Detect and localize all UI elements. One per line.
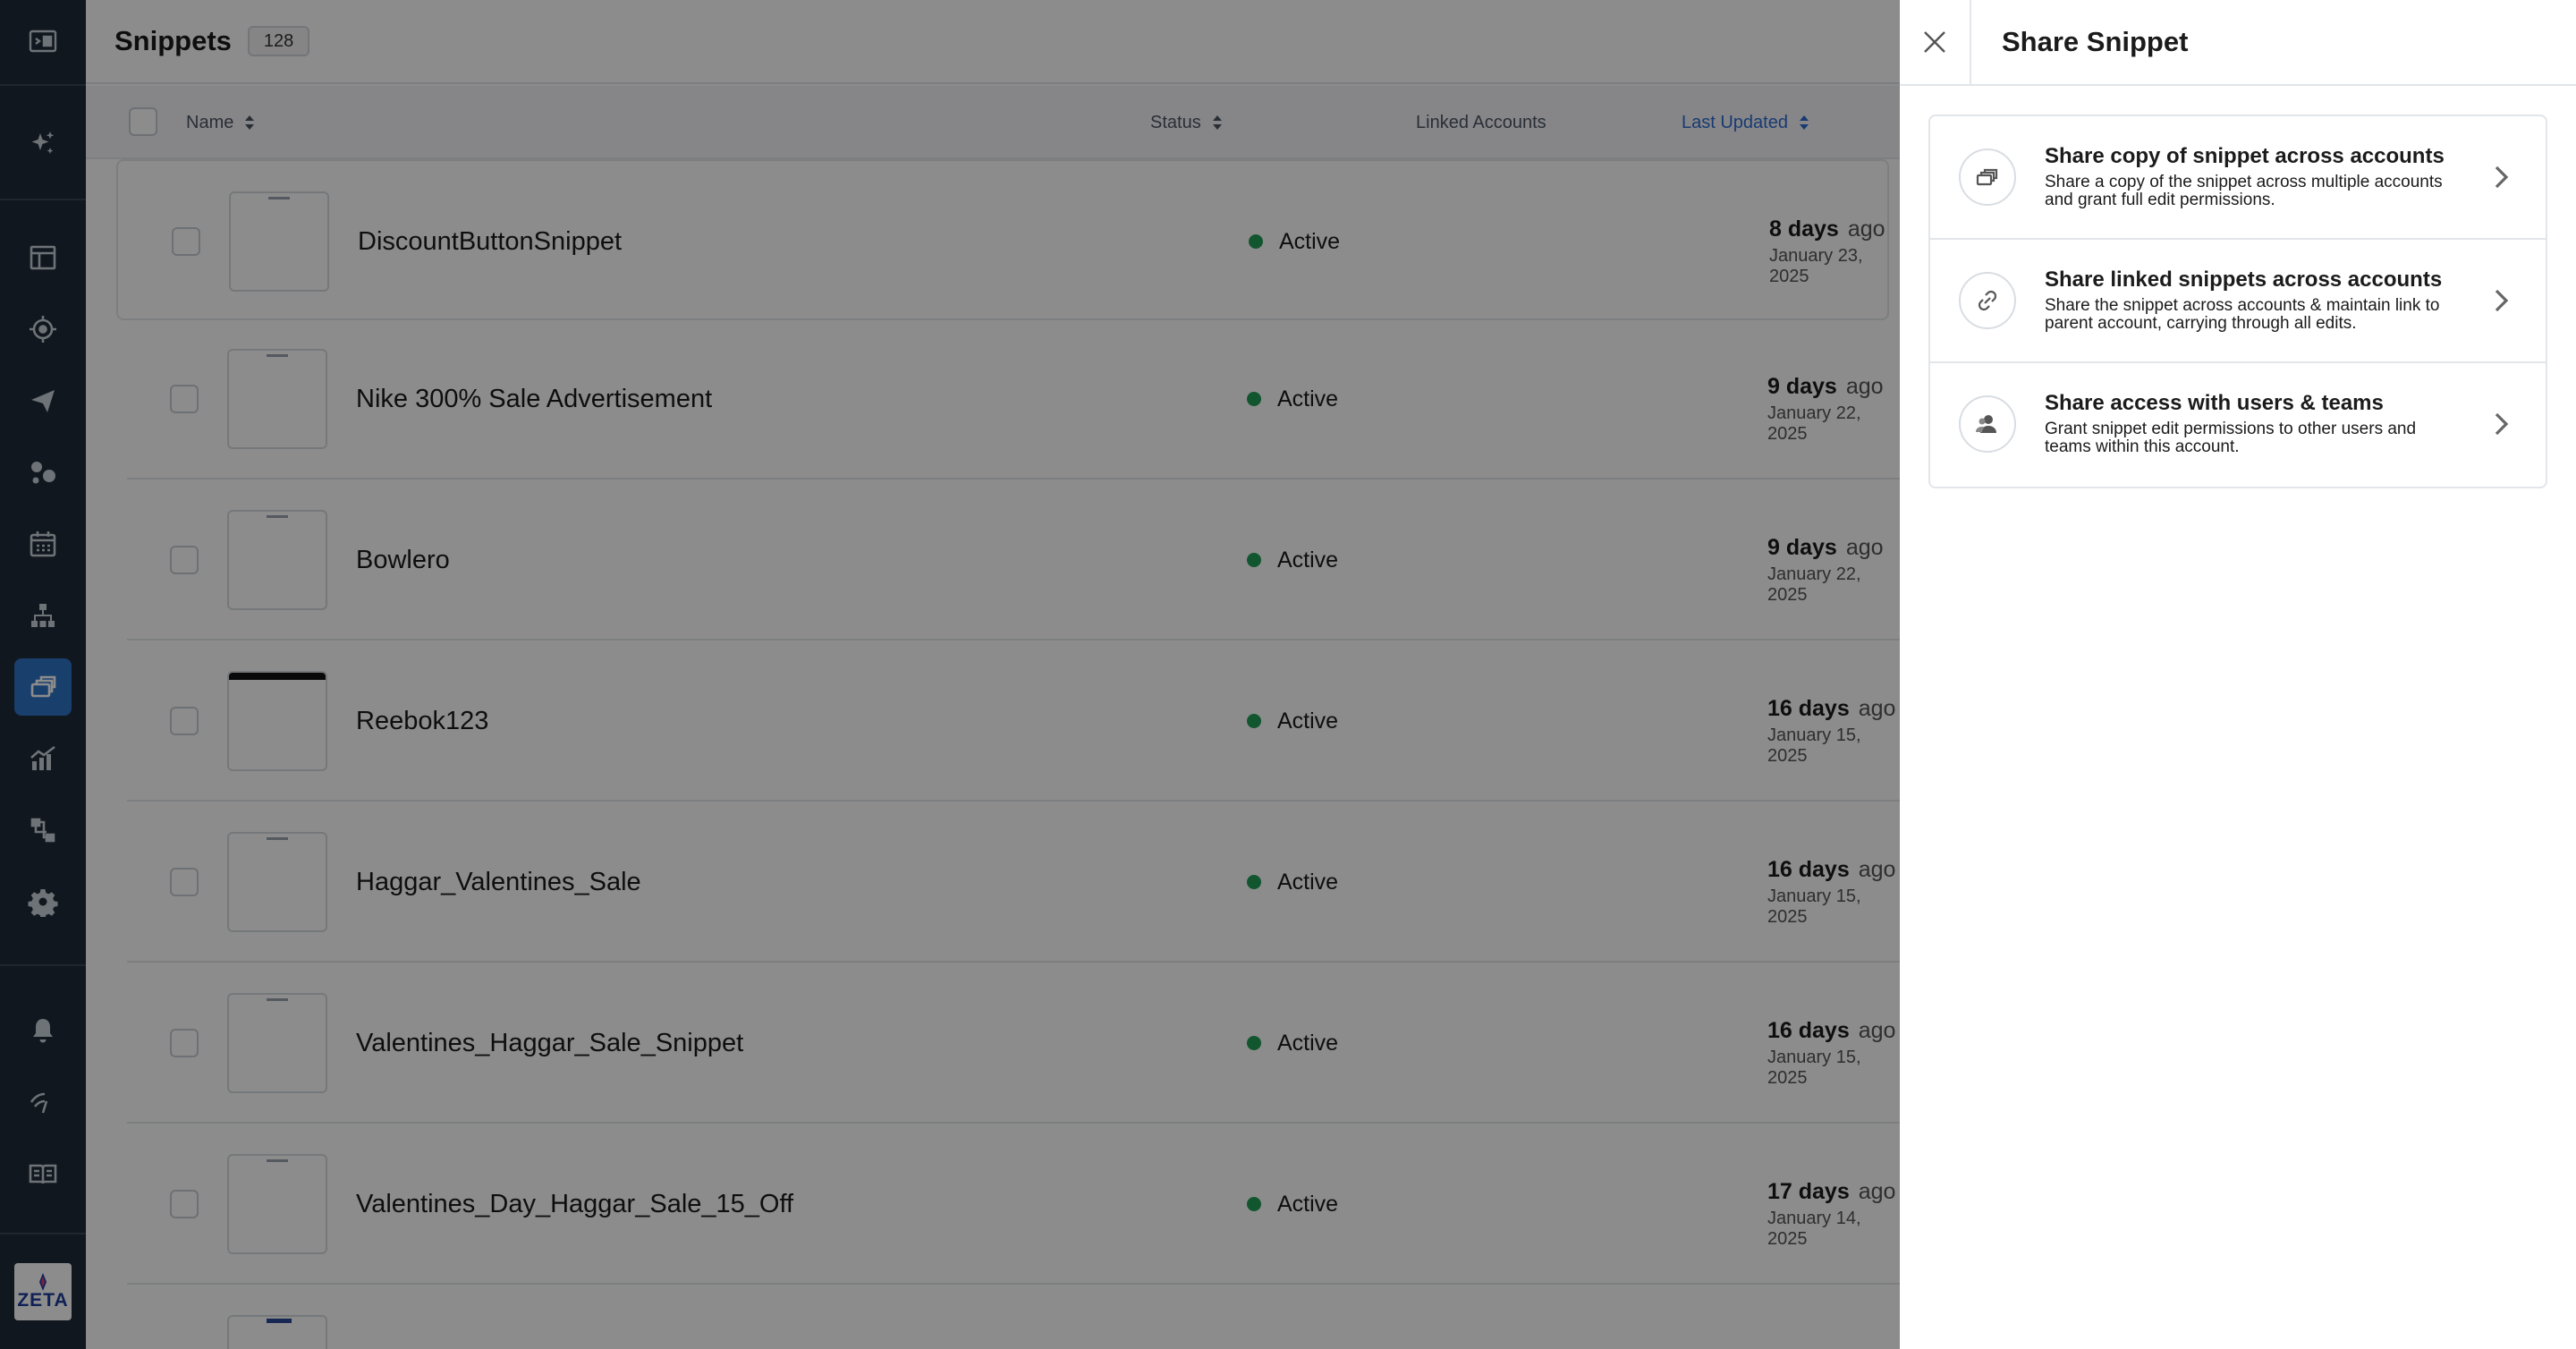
option-title: Share copy of snippet across accounts [2045,144,2445,168]
share-options-list: Share copy of snippet across accounts Sh… [1928,115,2547,488]
chevron-right-icon [2495,165,2509,189]
modal-backdrop[interactable] [0,0,1900,1349]
option-title: Share access with users & teams [2045,391,2384,415]
link-icon [1959,272,2016,329]
share-copy-option[interactable]: Share copy of snippet across accounts Sh… [1930,116,2546,240]
share-snippet-drawer: Share Snippet Share copy of snippet acro… [1900,0,2576,1349]
users-icon [1959,395,2016,453]
drawer-header: Share Snippet [1900,0,2576,86]
share-linked-option[interactable]: Share linked snippets across accounts Sh… [1930,240,2546,363]
option-description: Share a copy of the snippet across multi… [2045,173,2443,209]
option-description: Grant snippet edit permissions to other … [2045,420,2417,456]
drawer-title: Share Snippet [2002,26,2189,57]
close-drawer-button[interactable] [1900,0,1971,84]
chevron-right-icon [2495,289,2509,312]
share-access-option[interactable]: Share access with users & teams Grant sn… [1930,363,2546,487]
chevron-right-icon [2495,412,2509,436]
copy-stack-icon [1959,148,2016,206]
option-description: Share the snippet across accounts & main… [2045,296,2440,333]
close-icon [1924,31,1945,53]
option-title: Share linked snippets across accounts [2045,267,2443,292]
